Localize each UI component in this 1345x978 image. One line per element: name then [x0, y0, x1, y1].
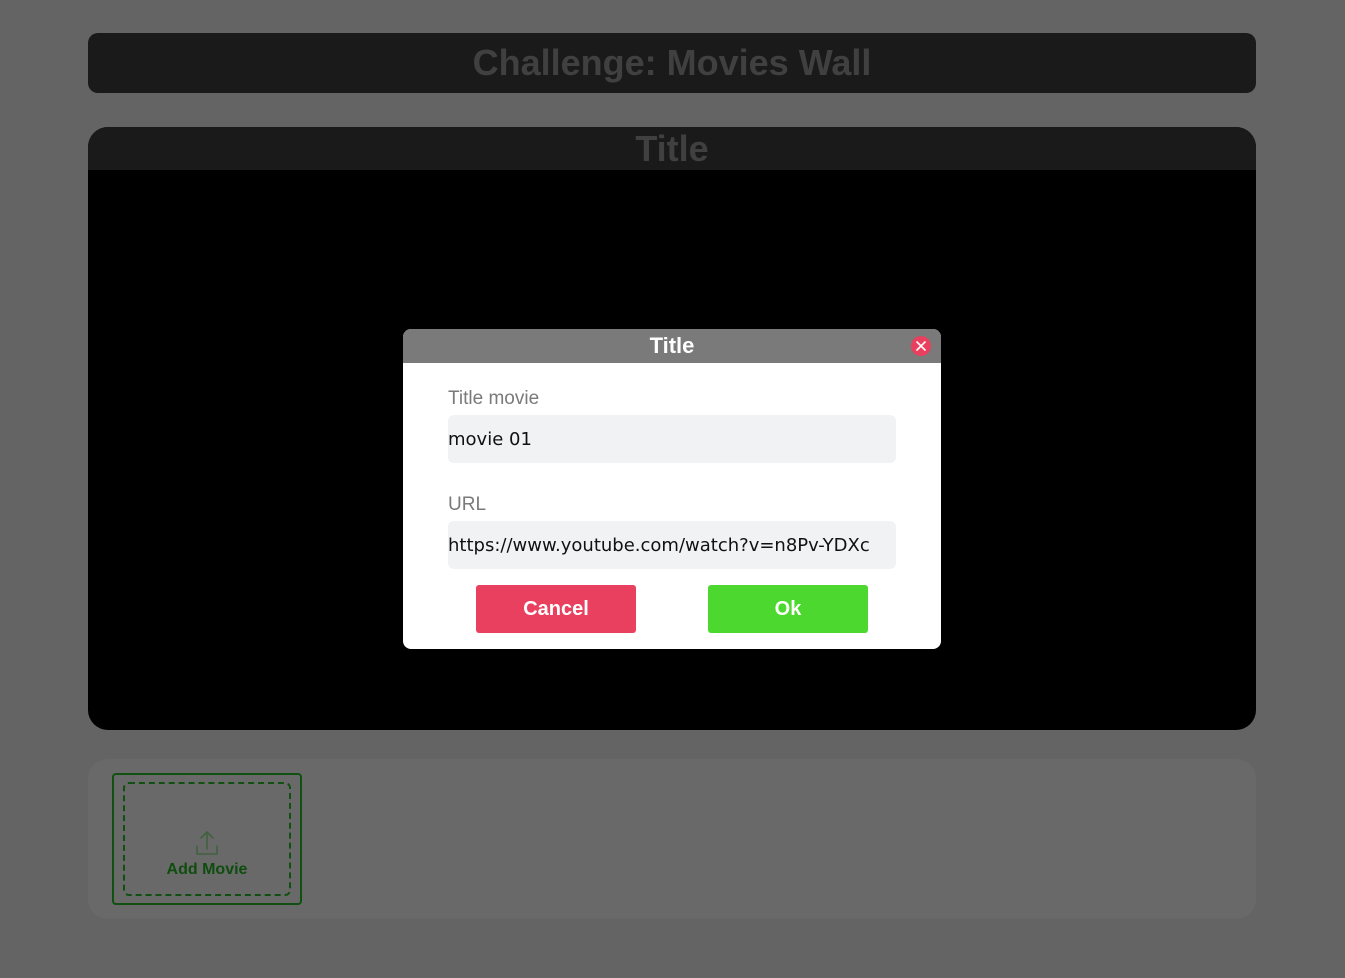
url-input[interactable] [448, 521, 896, 569]
title-movie-label: Title movie [448, 388, 540, 409]
title-movie-input[interactable] [448, 415, 896, 463]
ok-button[interactable]: Ok [708, 585, 868, 633]
dialog-header: Title [403, 329, 941, 363]
dialog-title: Title [649, 333, 695, 358]
url-label: URL [448, 494, 487, 515]
close-button[interactable] [911, 336, 931, 356]
add-movie-dialog: Title Title movie URL Cancel Ok [403, 329, 941, 649]
close-icon [916, 341, 926, 351]
cancel-button[interactable]: Cancel [476, 585, 636, 633]
